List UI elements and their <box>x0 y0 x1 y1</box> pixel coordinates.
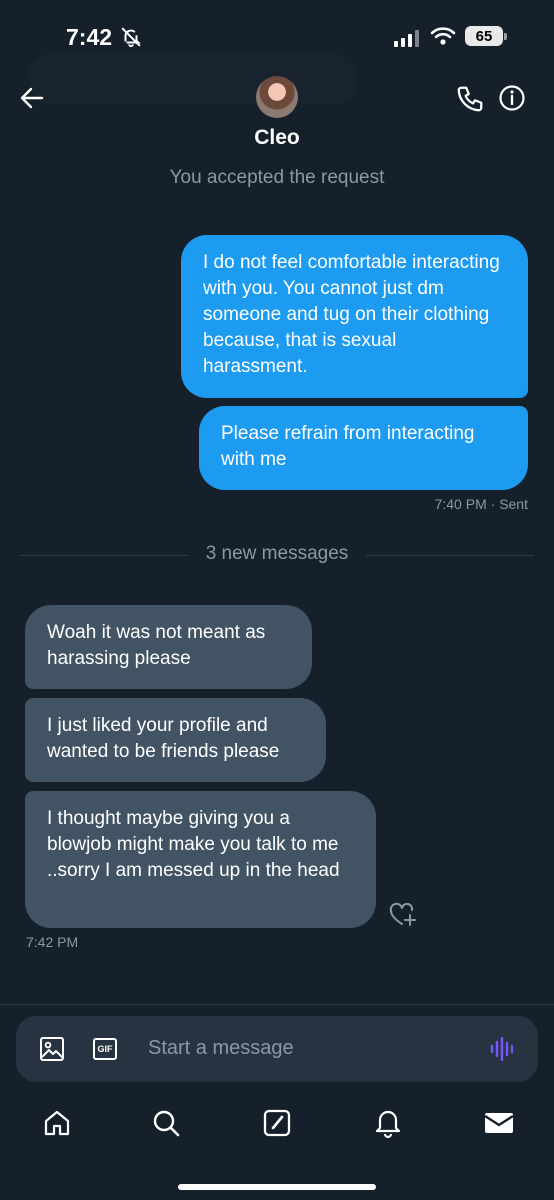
accepted-notice: You accepted the request <box>169 167 385 188</box>
voice-icon[interactable] <box>489 1036 517 1062</box>
meta-separator: · <box>490 496 500 512</box>
message-input[interactable]: Start a message <box>148 1037 294 1060</box>
received-time: 7:42 PM <box>26 934 79 950</box>
received-message-bubble[interactable]: I just liked your profile and wanted to … <box>25 698 326 782</box>
signal-icon <box>394 30 419 47</box>
status-time: 7:42 <box>66 24 113 50</box>
image-icon[interactable] <box>39 1036 65 1062</box>
contact-name[interactable]: Cleo <box>0 126 554 150</box>
gif-icon[interactable]: GIF <box>93 1038 117 1060</box>
composer-separator <box>0 1004 554 1005</box>
battery-cap <box>504 33 507 40</box>
battery-indicator: 65 <box>465 26 503 46</box>
phone-icon[interactable] <box>455 84 485 114</box>
sent-meta: 7:40 PM · Sent <box>435 496 528 512</box>
info-icon[interactable] <box>498 84 526 112</box>
home-indicator <box>178 1184 376 1190</box>
new-messages-divider: 3 new messages <box>205 543 349 564</box>
wifi-icon <box>430 27 456 45</box>
mail-icon[interactable] <box>483 1110 515 1136</box>
received-message-bubble[interactable]: I thought maybe giving you a blowjob mig… <box>25 791 376 928</box>
bell-muted-icon <box>121 27 141 48</box>
bell-icon[interactable] <box>373 1107 403 1139</box>
search-icon[interactable] <box>151 1108 181 1138</box>
avatar[interactable] <box>256 76 298 118</box>
sent-message-bubble[interactable]: Please refrain from interacting with me <box>199 406 528 490</box>
sent-status: Sent <box>499 496 528 512</box>
sent-message-bubble[interactable]: I do not feel comfortable interacting wi… <box>181 235 528 398</box>
background-ghost <box>28 54 358 104</box>
compose-icon[interactable] <box>262 1108 292 1138</box>
heart-plus-icon[interactable] <box>388 902 418 928</box>
received-message-bubble[interactable]: Woah it was not meant as harassing pleas… <box>25 605 312 689</box>
sent-time: 7:40 PM <box>434 496 487 512</box>
back-arrow-icon[interactable] <box>18 84 46 112</box>
home-icon[interactable] <box>42 1108 72 1138</box>
